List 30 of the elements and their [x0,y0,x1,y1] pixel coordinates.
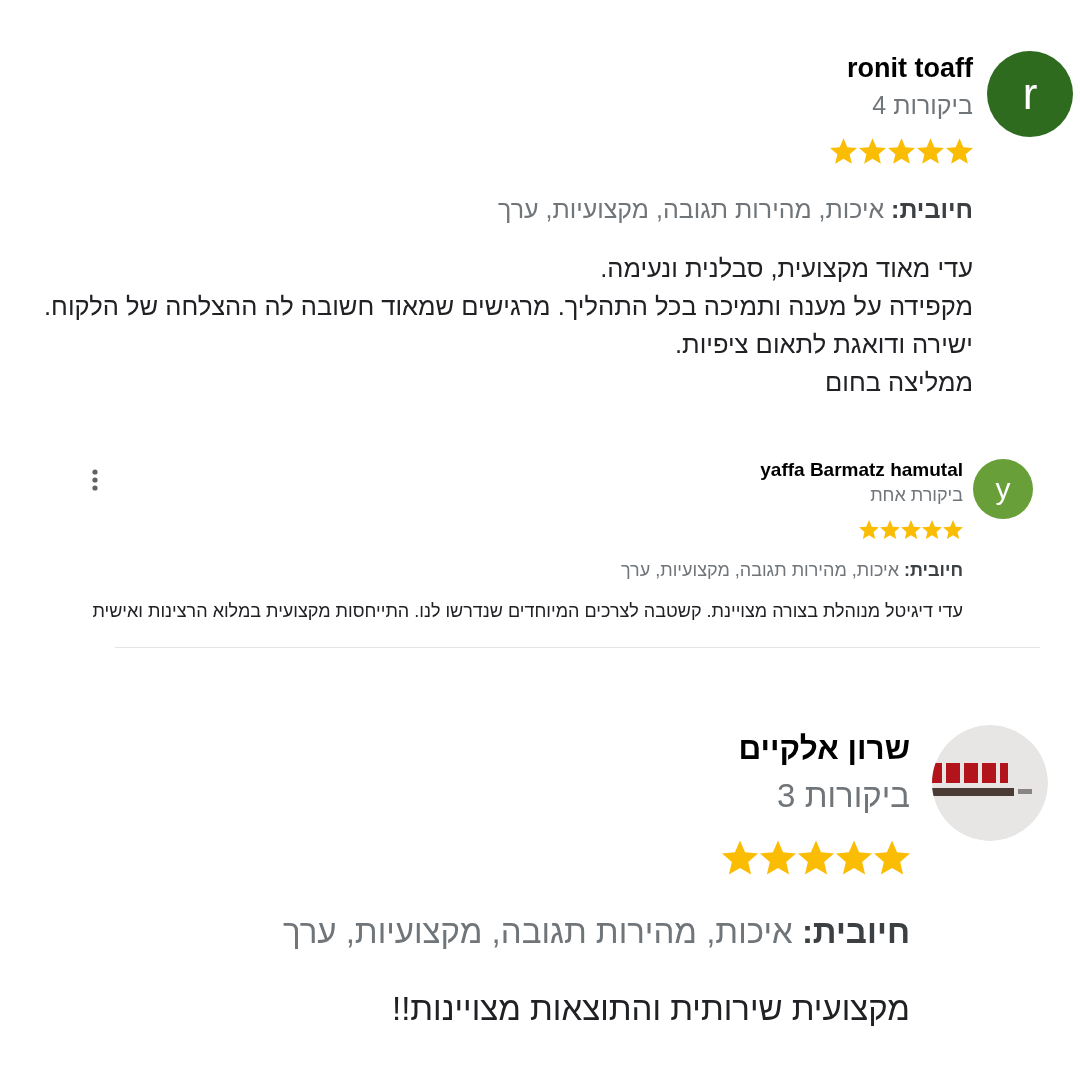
star-icon [943,520,963,539]
reviewer-name[interactable]: שרון אלקיים [738,730,910,766]
star-icon [880,520,900,539]
review-text: עדי דיגיטל מנוהלת בצורה מצויינת. קשטבה לצרכים המיוחדים שנדרשו לנו. התייחסות מקצועית במלוא הרצינות ואישית [92,600,963,622]
star-icon [760,840,796,875]
star-icon [874,840,910,875]
more-options-icon[interactable] [92,469,98,491]
avatar[interactable]: r [987,51,1073,137]
review-count: ביקורת אחת [870,484,963,506]
star-icon [836,840,872,875]
positive-tags: חיובית: איכות, מהירות תגובה, מקצועיות, ערך [283,912,910,952]
review-count: 4 ביקורות [872,90,973,120]
star-icon [901,520,921,539]
reviewer-name[interactable]: ronit toaff [847,51,973,85]
star-icon [859,520,879,539]
logo-drawing[interactable] [932,725,1048,841]
star-icon [888,138,915,164]
reviewer-name[interactable]: yaffa Barmatz hamutal [760,459,963,481]
star-icon [922,520,942,539]
star-icon [859,138,886,164]
positive-tags: חיובית: איכות, מהירות תגובה, מקצועיות, ערך [498,194,973,224]
review-text: עדי מאוד מקצועית, סבלנית ונעימה. מקפידה על מענה ותמיכה בכל התהליך. מרגישים שמאוד חשובה לה ההצלחה של הלקוח. ישירה ודואגת לתאום ציפיות. ממליצה בחום [44,253,973,398]
star-icon [798,840,834,875]
star-icon [917,138,944,164]
positive-tags: חיובית: איכות, מהירות תגובה, מקצועיות, ערך [621,559,963,581]
star-icon [722,840,758,875]
star-icon [830,138,857,164]
star-icon [946,138,973,164]
review-text: מקצועית שירותית והתוצאות מצויינות!! [391,989,910,1029]
review-count: 3 ביקורות [777,776,910,816]
